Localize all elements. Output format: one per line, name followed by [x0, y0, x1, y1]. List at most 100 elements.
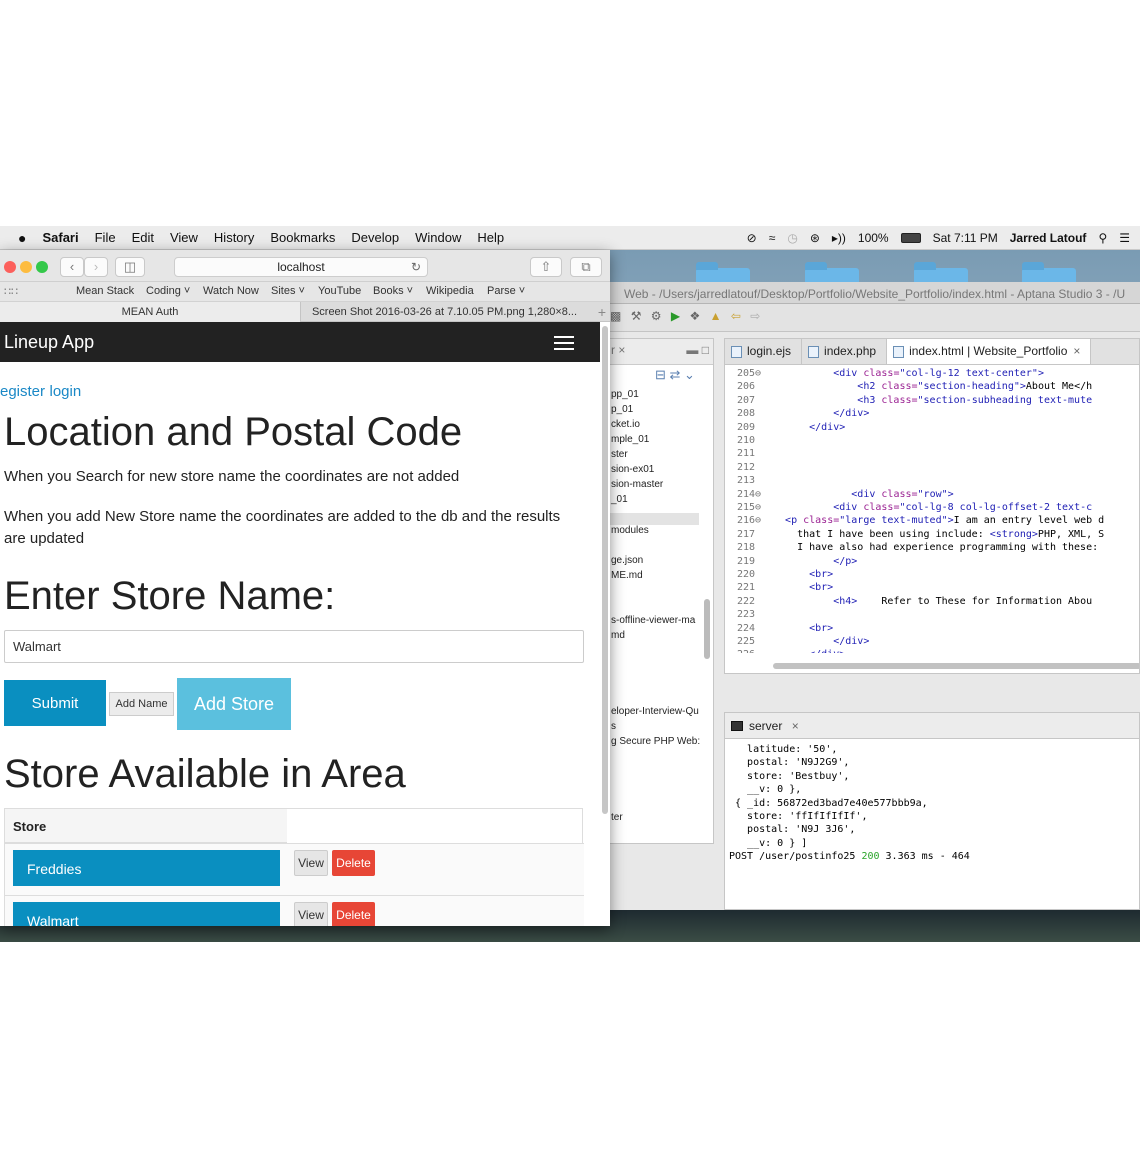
- tabs-overview-icon[interactable]: ⧉: [570, 257, 602, 277]
- project-item[interactable]: p_01: [611, 404, 633, 415]
- menu-history[interactable]: History: [206, 230, 262, 245]
- project-item[interactable]: md: [611, 630, 625, 641]
- project-item[interactable]: ster: [611, 449, 628, 460]
- favorite-watch-now[interactable]: Watch Now: [203, 285, 259, 297]
- minimize-window-button[interactable]: [20, 261, 32, 273]
- battery-icon[interactable]: [900, 233, 921, 243]
- add-store-button[interactable]: Add Store: [177, 678, 291, 730]
- favorite-parse[interactable]: Parse ˅: [487, 285, 525, 297]
- project-item[interactable]: modules: [611, 525, 649, 536]
- menu-window[interactable]: Window: [407, 230, 469, 245]
- menu-edit[interactable]: Edit: [124, 230, 162, 245]
- register-link[interactable]: egister: [0, 383, 45, 400]
- new-tab-button[interactable]: +: [598, 302, 606, 322]
- submit-button[interactable]: Submit: [4, 680, 106, 726]
- toolbar-save-icon[interactable]: ▩: [610, 309, 624, 323]
- console-title[interactable]: server: [749, 719, 782, 733]
- store-available-heading: Store Available in Area: [4, 752, 406, 796]
- store-button-freddies[interactable]: Freddies: [13, 850, 280, 886]
- menu-view[interactable]: View: [162, 230, 206, 245]
- project-item[interactable]: -3: [611, 842, 620, 843]
- favorite-books[interactable]: Books ˅: [373, 285, 413, 297]
- menu-file[interactable]: File: [87, 230, 124, 245]
- battery-percent[interactable]: 100%: [858, 231, 889, 245]
- project-explorer-scrollbar[interactable]: [704, 599, 710, 659]
- console-header: server ×: [725, 713, 1139, 739]
- menu-bookmarks[interactable]: Bookmarks: [262, 230, 343, 245]
- volume-icon[interactable]: ▸)): [832, 231, 846, 245]
- tab-login-ejs[interactable]: login.ejs: [725, 339, 803, 364]
- top-sites-grid-icon[interactable]: ∷∷: [4, 285, 18, 298]
- favorite-mean-stack[interactable]: Mean Stack: [76, 285, 134, 297]
- view-button[interactable]: View: [294, 902, 328, 926]
- zoom-window-button[interactable]: [36, 261, 48, 273]
- tab-index-php[interactable]: index.php: [802, 339, 888, 364]
- project-item[interactable]: ter: [611, 812, 623, 823]
- share-icon[interactable]: ⇧: [530, 257, 562, 277]
- editor-horizontal-scrollbar[interactable]: [773, 663, 1139, 669]
- toolbar-settings-icon[interactable]: ⚙: [651, 309, 665, 323]
- hamburger-menu-icon[interactable]: [554, 336, 574, 350]
- favorite-coding[interactable]: Coding ˅: [146, 285, 190, 297]
- project-item[interactable]: mple_01: [611, 434, 649, 445]
- favorite-youtube[interactable]: YouTube: [318, 285, 361, 297]
- favorite-sites[interactable]: Sites ˅: [271, 285, 305, 297]
- toolbar-run-icon[interactable]: ▶: [671, 309, 683, 323]
- forward-button[interactable]: ›: [84, 257, 108, 277]
- store-name-input[interactable]: [4, 630, 584, 663]
- project-item[interactable]: s: [611, 721, 616, 732]
- minimize-icon[interactable]: ▬ □: [686, 343, 709, 360]
- bluetooth-icon[interactable]: ⊛: [810, 231, 820, 245]
- toolbar-forward-icon[interactable]: ⇨: [750, 309, 763, 323]
- console-output[interactable]: latitude: '50', postal: 'N9J2G9', store:…: [729, 743, 970, 864]
- add-name-button[interactable]: Add Name: [109, 692, 174, 716]
- menu-develop[interactable]: Develop: [343, 230, 407, 245]
- delete-button[interactable]: Delete: [332, 902, 375, 926]
- line-number: 222: [737, 595, 756, 607]
- project-item[interactable]: g Secure PHP Web:: [611, 736, 700, 747]
- user-name[interactable]: Jarred Latouf: [1010, 231, 1087, 245]
- toolbar-debug-icon[interactable]: ❖: [689, 309, 703, 323]
- apple-menu-icon[interactable]: ●: [0, 230, 34, 246]
- favorite-wikipedia[interactable]: Wikipedia: [426, 285, 474, 297]
- sidebar-toggle-icon[interactable]: ◫: [115, 257, 145, 277]
- project-item[interactable]: cket.io: [611, 419, 640, 430]
- do-not-disturb-icon[interactable]: ⊘: [747, 231, 757, 245]
- store-button-walmart[interactable]: Walmart: [13, 902, 280, 926]
- toolbar-folder-icon[interactable]: ▲: [710, 309, 725, 323]
- login-link[interactable]: login: [49, 383, 81, 400]
- menu-help[interactable]: Help: [469, 230, 512, 245]
- project-item[interactable]: s-offline-viewer-ma: [611, 615, 695, 626]
- page-scrollbar[interactable]: [602, 326, 608, 814]
- toolbar-back-icon[interactable]: ⇦: [731, 309, 744, 323]
- menu-safari[interactable]: Safari: [34, 230, 86, 245]
- back-button[interactable]: ‹: [60, 257, 84, 277]
- project-item[interactable]: sion-ex01: [611, 464, 654, 475]
- brand-logo[interactable]: Lineup App: [4, 332, 94, 353]
- spotlight-search-icon[interactable]: ⚲: [1098, 231, 1107, 245]
- clock[interactable]: Sat 7:11 PM: [933, 231, 998, 245]
- project-item[interactable]: ge.json: [611, 555, 643, 566]
- tab-index-html[interactable]: index.html | Website_Portfolio ×: [887, 339, 1092, 364]
- tab-screenshot[interactable]: Screen Shot 2016-03-26 at 7.10.05 PM.png…: [300, 302, 588, 322]
- reload-icon[interactable]: ↻: [411, 258, 421, 277]
- close-icon[interactable]: ×: [792, 719, 799, 733]
- tab-mean-auth[interactable]: MEAN Auth: [0, 302, 300, 322]
- project-item[interactable]: sion-master: [611, 479, 663, 490]
- toolbar-wrench-icon[interactable]: ⚒: [631, 309, 645, 323]
- time-machine-icon[interactable]: ◷: [787, 231, 797, 245]
- code-area[interactable]: 205⊖ 206 207 208 209 210 211 212 213 214…: [725, 365, 1139, 653]
- delete-button[interactable]: Delete: [332, 850, 375, 876]
- address-bar[interactable]: localhost ↻: [174, 257, 428, 277]
- project-item[interactable]: pp_01: [611, 389, 639, 400]
- close-tab-icon[interactable]: ×: [1073, 344, 1080, 358]
- project-item[interactable]: ME.md: [611, 570, 643, 581]
- notification-center-icon[interactable]: ☰: [1119, 231, 1130, 245]
- wifi-icon[interactable]: ≈: [769, 231, 776, 245]
- project-item[interactable]: _01: [611, 494, 628, 505]
- collapse-all-icon[interactable]: ⊟ ⇄ ⌄: [655, 367, 695, 383]
- view-button[interactable]: View: [294, 850, 328, 876]
- project-item[interactable]: eloper-Interview-Qu: [611, 706, 699, 717]
- close-icon[interactable]: r ×: [611, 343, 625, 360]
- close-window-button[interactable]: [4, 261, 16, 273]
